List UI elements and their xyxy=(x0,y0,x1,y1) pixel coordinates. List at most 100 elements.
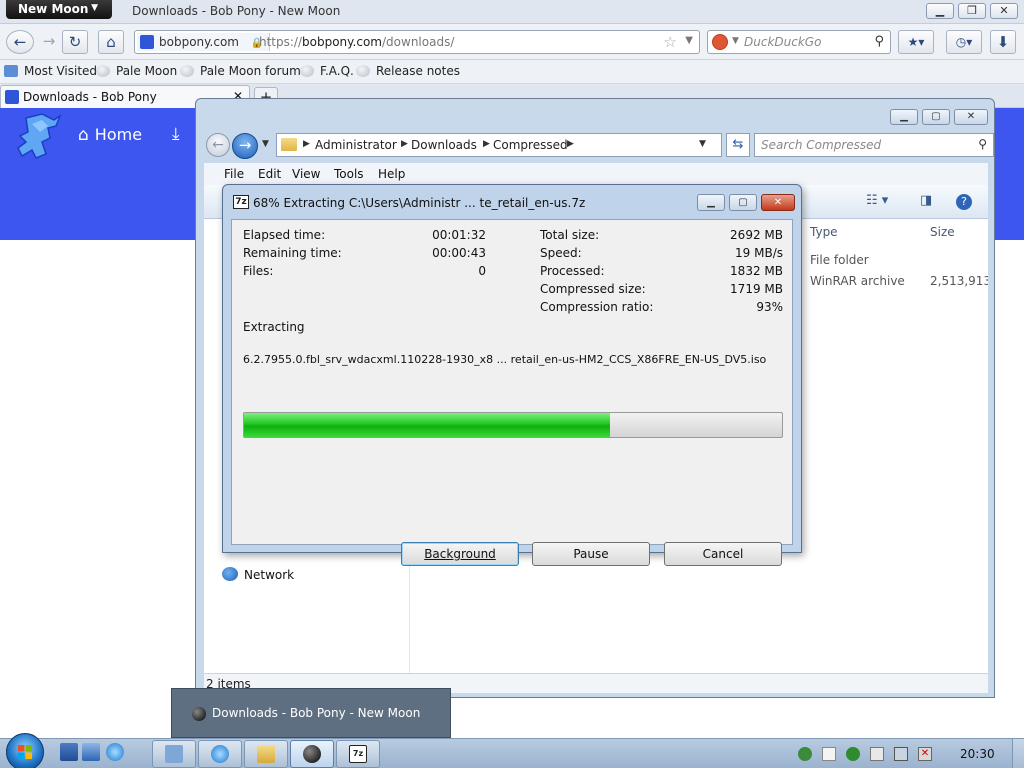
menu-edit[interactable]: Edit xyxy=(258,167,281,181)
site-identity-button[interactable]: bobpony.com 🔒 xyxy=(137,33,271,51)
home-button[interactable]: ⌂ xyxy=(98,30,124,54)
explorer-back-button[interactable]: ← xyxy=(206,133,230,157)
internet-explorer-icon[interactable] xyxy=(106,743,124,761)
url-dropdown-icon[interactable]: ▼ xyxy=(685,35,693,46)
taskbar-clock[interactable]: 20:30 xyxy=(960,747,995,761)
7zip-icon: 7z xyxy=(349,745,367,763)
start-button[interactable] xyxy=(6,733,44,768)
tray-document-icon[interactable] xyxy=(822,747,836,761)
dialog-close-button[interactable]: ✕ xyxy=(761,194,795,211)
tray-volume-muted-icon[interactable]: ✕ xyxy=(918,747,932,761)
url-bar[interactable]: bobpony.com 🔒 https://bobpony.com/downlo… xyxy=(134,30,700,54)
breadcrumb-item[interactable]: Compressed xyxy=(493,138,568,152)
column-header-type[interactable]: Type xyxy=(810,225,838,239)
bookmark-pale-moon-forum[interactable]: Pale Moon forum xyxy=(180,64,301,78)
background-button[interactable]: Background xyxy=(401,542,519,566)
back-button[interactable]: ← xyxy=(6,30,34,54)
nav-home-link[interactable]: ⌂ Home xyxy=(78,125,142,145)
bookmark-most-visited[interactable]: Most Visited xyxy=(4,64,97,78)
restore-button[interactable]: ❐ xyxy=(958,3,986,19)
explorer-refresh-button[interactable]: ⇆ xyxy=(726,133,750,157)
search-bar[interactable]: ▼ DuckDuckGo ⚲ xyxy=(707,30,891,54)
refresh-icon: ⇆ xyxy=(732,137,744,152)
menu-view[interactable]: View xyxy=(292,167,320,181)
globe-icon xyxy=(300,65,314,77)
forward-button[interactable]: → xyxy=(36,30,62,54)
file-size-cell[interactable]: 2,513,913 K xyxy=(930,274,988,288)
site-logo-icon[interactable] xyxy=(12,112,64,162)
recent-pages-dropdown-icon[interactable]: ▼ xyxy=(262,139,269,149)
address-dropdown-icon[interactable]: ▼ xyxy=(699,139,706,149)
breadcrumb-item[interactable]: Downloads xyxy=(411,138,477,152)
taskbar-remote-desktop[interactable] xyxy=(152,740,196,768)
pause-button[interactable]: Pause xyxy=(532,542,650,566)
menu-tools[interactable]: Tools xyxy=(334,167,364,181)
nav-pane-network[interactable]: Network xyxy=(222,567,294,582)
explorer-maximize-button[interactable]: ▢ xyxy=(922,109,950,125)
search-icon[interactable]: ⚲ xyxy=(874,34,884,49)
taskbar-thumbnail-preview[interactable]: Downloads - Bob Pony - New Moon xyxy=(171,688,451,738)
preview-pane-icon[interactable]: ◨ xyxy=(920,193,932,208)
window-title: Downloads - Bob Pony - New Moon xyxy=(132,4,341,18)
switch-windows-icon[interactable] xyxy=(82,743,100,761)
column-header-size[interactable]: Size xyxy=(930,225,955,239)
explorer-close-button[interactable]: ✕ xyxy=(954,109,988,125)
bookmark-pale-moon[interactable]: Pale Moon xyxy=(96,64,177,78)
show-desktop-icon[interactable] xyxy=(60,743,78,761)
reload-icon: ↻ xyxy=(68,33,82,51)
app-menu-button[interactable]: New Moon ▼ xyxy=(6,0,112,19)
download-icon: ⤓ xyxy=(172,124,180,144)
minimize-button[interactable]: ▁ xyxy=(926,3,954,19)
show-desktop-button[interactable] xyxy=(1012,739,1024,768)
cancel-button[interactable]: Cancel xyxy=(664,542,782,566)
explorer-forward-button[interactable]: → xyxy=(232,133,258,159)
explorer-minimize-button[interactable]: ▁ xyxy=(890,109,918,125)
download-arrow-icon: ⬇ xyxy=(996,33,1010,51)
explorer-search-input[interactable]: Search Compressed ⚲ xyxy=(754,133,994,157)
file-type-cell[interactable]: File folder xyxy=(810,253,869,267)
menu-help[interactable]: Help xyxy=(378,167,405,181)
nav-downloads-link[interactable]: ⤓ xyxy=(172,124,180,144)
background-button-label: Background xyxy=(424,547,496,561)
arrow-left-icon: ← xyxy=(212,137,224,153)
search-icon: ⚲ xyxy=(978,137,987,151)
close-button[interactable]: ✕ xyxy=(990,3,1018,19)
taskbar-internet-explorer[interactable] xyxy=(198,740,242,768)
dialog-minimize-button[interactable]: ▁ xyxy=(697,194,725,211)
bookmarks-menu-button[interactable]: ★▾ xyxy=(898,30,934,54)
bookmark-label: Pale Moon forum xyxy=(200,64,301,78)
url-text[interactable]: https://bobpony.com/downloads/ xyxy=(259,35,454,49)
breadcrumb-separator-icon[interactable]: ▶ xyxy=(567,139,574,149)
taskbar-7zip[interactable]: 7z xyxy=(336,740,380,768)
taskbar-explorer[interactable] xyxy=(244,740,288,768)
explorer-address-bar[interactable]: ▶ Administrator ▶ Downloads ▶ Compressed… xyxy=(276,133,722,157)
file-type-cell[interactable]: WinRAR archive xyxy=(810,274,905,288)
menu-file[interactable]: File xyxy=(224,167,244,181)
search-engine-dropdown-icon[interactable]: ▼ xyxy=(732,36,739,46)
dialog-maximize-button[interactable]: ▢ xyxy=(729,194,757,211)
breadcrumb-separator-icon[interactable]: ▶ xyxy=(401,139,408,149)
breadcrumb-separator-icon[interactable]: ▶ xyxy=(483,139,490,149)
downloads-button[interactable]: ⬇ xyxy=(990,30,1016,54)
bookmark-star-icon[interactable]: ☆ xyxy=(664,33,677,51)
tray-monitor-icon[interactable] xyxy=(894,747,908,761)
tray-flag-icon[interactable] xyxy=(870,747,884,761)
site-favicon-icon xyxy=(5,90,19,104)
tray-network-icon[interactable] xyxy=(798,747,812,761)
duckduckgo-icon[interactable] xyxy=(712,34,728,50)
taskbar-new-moon[interactable] xyxy=(290,740,334,768)
view-options-icon[interactable]: ☷ ▾ xyxy=(866,193,888,208)
history-button[interactable]: ◷▾ xyxy=(946,30,982,54)
new-moon-icon xyxy=(192,707,206,721)
bookmark-faq[interactable]: F.A.Q. xyxy=(300,64,354,78)
help-icon[interactable]: ? xyxy=(956,194,972,210)
breadcrumb-separator-icon[interactable]: ▶ xyxy=(303,139,310,149)
search-placeholder: DuckDuckGo xyxy=(744,35,822,49)
nav-home-label: Home xyxy=(94,125,143,144)
url-host: bobpony.com xyxy=(302,35,382,49)
bookmark-release-notes[interactable]: Release notes xyxy=(356,64,460,78)
windows-logo-icon xyxy=(18,745,32,759)
breadcrumb-item[interactable]: Administrator xyxy=(315,138,397,152)
tray-security-icon[interactable] xyxy=(846,747,860,761)
reload-button[interactable]: ↻ xyxy=(62,30,88,54)
